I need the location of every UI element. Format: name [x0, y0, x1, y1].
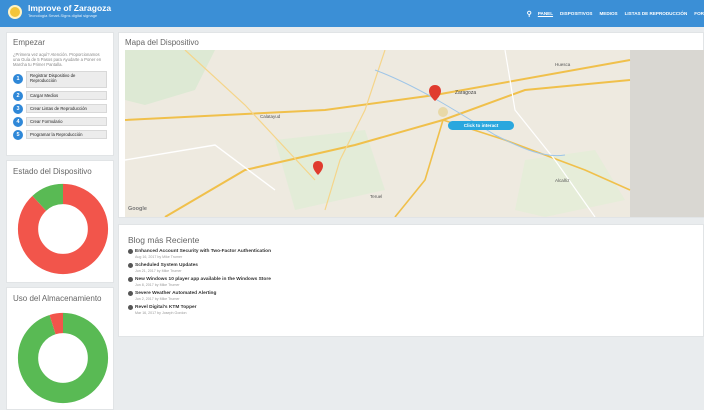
- google-attribution: Google: [128, 206, 147, 212]
- nav-listas[interactable]: LISTAS DE REPRODUCCIÓN: [625, 11, 688, 16]
- storage-panel: Uso del Almacenamiento: [6, 287, 114, 410]
- post-meta: Jun 8, 2017 by Mike Trumer: [135, 283, 180, 287]
- start-panel: Empezar ¿Primera vez aquí? Atención. Pro…: [6, 32, 114, 156]
- blog-post[interactable]: Severe Weather Automated Alerting Jun 2,…: [128, 291, 694, 301]
- step-2[interactable]: 2 Cargar Medios: [13, 90, 107, 101]
- post-meta: Jun 21, 2017 by Mike Trumer: [135, 269, 182, 273]
- svg-text:Teruel: Teruel: [370, 194, 382, 199]
- blog-panel: Blog más Reciente Enhanced Account Secur…: [118, 224, 704, 337]
- step-button[interactable]: Crear Listas de Reproducción: [26, 103, 107, 114]
- logo-icon: [8, 4, 22, 19]
- device-status-chart: [17, 183, 109, 275]
- map-title: Mapa del Dispositivo: [125, 38, 199, 47]
- storage-chart: [17, 312, 109, 404]
- start-intro: ¿Primera vez aquí? Atención. Proporciona…: [13, 52, 102, 68]
- blog-post[interactable]: Revel Digital's KTM Topper Mar 16, 2017 …: [128, 305, 694, 315]
- post-title[interactable]: Revel Digital's KTM Topper: [135, 305, 197, 310]
- step-button[interactable]: Registrar Dispositivo de Reproducción: [26, 70, 107, 88]
- blog-title: Blog más Reciente: [128, 235, 200, 245]
- nav-more[interactable]: FOR: [694, 11, 704, 16]
- blog-post[interactable]: Enhanced Account Security with Two-Facto…: [128, 249, 694, 259]
- step-5[interactable]: 5 Programar la Reproducción: [13, 129, 107, 140]
- post-meta: Mar 16, 2017 by Joseph Gordon: [135, 311, 187, 315]
- nav-dispositivos[interactable]: DISPOSITIVOS: [560, 11, 592, 16]
- device-map[interactable]: Zaragoza Calatayud Teruel Huesca Alcañiz…: [125, 50, 704, 217]
- nav-medios[interactable]: MEDIOS: [599, 11, 617, 16]
- blog-post[interactable]: New Windows 10 player app available in t…: [128, 277, 694, 287]
- storage-title: Uso del Almacenamiento: [13, 294, 102, 303]
- svg-text:Alcañiz: Alcañiz: [555, 178, 570, 183]
- step-number: 5: [13, 129, 23, 140]
- device-status-panel: Estado del Dispositivo: [6, 160, 114, 283]
- top-bar: Improve of Zaragoza Tecnología Smart-Sig…: [0, 0, 704, 27]
- step-button[interactable]: Cargar Medios: [26, 90, 107, 101]
- click-to-interact-button[interactable]: Click to interact: [448, 121, 514, 130]
- brand-subtitle: Tecnología Smart-Signs digital signage: [28, 13, 98, 18]
- step-number: 4: [13, 116, 23, 127]
- start-title: Empezar: [13, 38, 46, 47]
- post-meta: Jun 2, 2017 by Mike Trumer: [135, 297, 180, 301]
- blog-post[interactable]: Scheduled System Updates Jun 21, 2017 by…: [128, 263, 694, 273]
- post-title[interactable]: Scheduled System Updates: [135, 263, 198, 268]
- post-title[interactable]: Severe Weather Automated Alerting: [135, 291, 216, 296]
- main-nav: ⚲ PANEL DISPOSITIVOS MEDIOS LISTAS DE RE…: [527, 0, 704, 27]
- step-3[interactable]: 3 Crear Listas de Reproducción: [13, 103, 107, 114]
- post-icon: [128, 263, 133, 268]
- post-icon: [128, 249, 133, 254]
- donut-segment-1: [17, 312, 109, 404]
- map-panel: Mapa del Dispositivo Zaragoza Calatayud …: [118, 32, 704, 218]
- step-number: 1: [13, 74, 23, 85]
- post-icon: [128, 277, 133, 282]
- svg-text:Zaragoza: Zaragoza: [455, 90, 476, 96]
- post-meta: Aug 16, 2017 by Mike Trumer: [135, 255, 183, 259]
- step-4[interactable]: 4 Crear Formulario: [13, 116, 107, 127]
- step-number: 2: [13, 90, 23, 101]
- map-graphic: Zaragoza Calatayud Teruel Huesca Alcañiz: [125, 50, 704, 217]
- brand-title: Improve of Zaragoza: [28, 3, 112, 13]
- svg-text:Calatayud: Calatayud: [260, 114, 281, 119]
- nav-panel[interactable]: PANEL: [538, 11, 553, 16]
- post-icon: [128, 291, 133, 296]
- donut-segment-1: [17, 183, 109, 275]
- post-icon: [128, 305, 133, 310]
- device-status-title: Estado del Dispositivo: [13, 167, 92, 176]
- post-title[interactable]: New Windows 10 player app available in t…: [135, 277, 271, 282]
- svg-text:Huesca: Huesca: [555, 62, 571, 67]
- step-button[interactable]: Crear Formulario: [26, 116, 107, 127]
- step-number: 3: [13, 103, 23, 114]
- step-button[interactable]: Programar la Reproducción: [26, 129, 107, 140]
- step-1[interactable]: 1 Registrar Dispositivo de Reproducción: [13, 70, 107, 88]
- post-title[interactable]: Enhanced Account Security with Two-Facto…: [135, 249, 271, 254]
- search-icon[interactable]: ⚲: [527, 10, 532, 18]
- brand[interactable]: Improve of Zaragoza Tecnología Smart-Sig…: [8, 4, 111, 19]
